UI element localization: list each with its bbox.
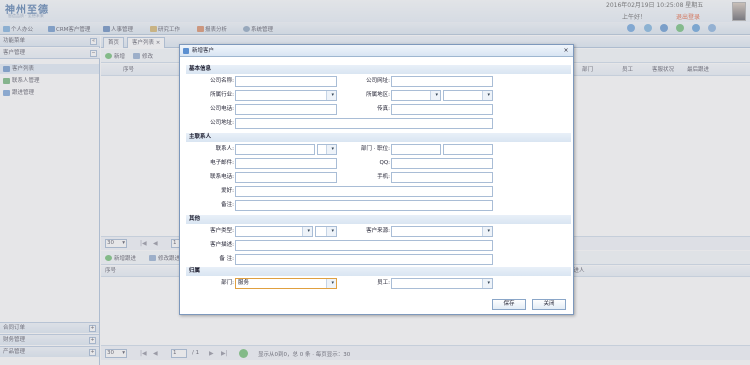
label-contact-phone: 联系电话: — [210, 174, 234, 180]
customer-source-select[interactable]: ▾ — [391, 226, 493, 237]
dialog-title-bar[interactable]: 新增客户 × — [180, 45, 573, 57]
label-qq: QQ: — [379, 160, 390, 166]
dept-select[interactable]: 服务 ▾ — [235, 278, 337, 289]
fax-input[interactable] — [391, 104, 493, 115]
close-button[interactable]: 关闭 — [532, 299, 566, 310]
save-button[interactable]: 保存 — [492, 299, 526, 310]
label-company-phone: 公司电话: — [210, 106, 234, 112]
company-site-input[interactable] — [391, 76, 493, 87]
contact-title-select[interactable]: ▾ — [317, 144, 337, 155]
customer-desc-input[interactable] — [235, 240, 493, 251]
label-customer-source: 客户来源: — [366, 228, 390, 234]
qq-input[interactable] — [391, 158, 493, 169]
contact-dept-input[interactable] — [391, 144, 441, 155]
chevron-down-icon: ▾ — [487, 228, 490, 234]
staff-select[interactable]: ▾ — [391, 278, 493, 289]
chevron-down-icon: ▾ — [307, 228, 310, 234]
new-customer-dialog: 新增客户 × 基本信息 公司名称: 公司网址: 所属行业: ▾ 所属地区: ▾ … — [179, 44, 574, 315]
section-main-contact: 主联系人 — [186, 133, 571, 142]
chevron-down-icon: ▾ — [331, 228, 334, 234]
email-field[interactable] — [235, 158, 337, 169]
company-phone-input[interactable] — [235, 104, 337, 115]
window-icon — [183, 48, 189, 54]
label-dept-title: 部门 · 职位: — [360, 146, 390, 152]
customer-level-select[interactable]: ▾ — [315, 226, 337, 237]
contact-notes-input[interactable] — [235, 200, 493, 211]
industry-select[interactable]: ▾ — [235, 90, 337, 101]
chevron-down-icon: ▾ — [487, 280, 490, 286]
label-dept: 部门: — [221, 280, 234, 286]
hobby-input[interactable] — [235, 186, 493, 197]
region-city-select[interactable]: ▾ — [443, 90, 493, 101]
label-notes: 备注: — [221, 202, 234, 208]
contact-position-input[interactable] — [443, 144, 493, 155]
close-icon[interactable]: × — [562, 47, 570, 55]
company-address-input[interactable] — [235, 118, 493, 129]
remark-input[interactable] — [235, 254, 493, 265]
chevron-down-icon: ▾ — [331, 92, 334, 98]
chevron-down-icon: ▾ — [435, 92, 438, 98]
section-ownership: 归属 — [186, 267, 571, 276]
chevron-down-icon: ▾ — [331, 280, 334, 286]
label-customer-type: 客户类型: — [210, 228, 234, 234]
label-remark: 备 注: — [219, 256, 234, 262]
label-contact: 联系人: — [215, 146, 234, 152]
chevron-down-icon: ▾ — [331, 146, 334, 152]
region-province-select[interactable]: ▾ — [391, 90, 441, 101]
label-customer-desc: 客户描述: — [210, 242, 234, 248]
label-fax: 传真: — [377, 106, 390, 112]
contact-name-input[interactable] — [235, 144, 315, 155]
customer-type-select[interactable]: ▾ — [235, 226, 313, 237]
contact-phone-input[interactable] — [235, 172, 337, 183]
section-other: 其他 — [186, 215, 571, 224]
label-hobby: 爱好: — [221, 188, 234, 194]
label-email: 电子邮件: — [210, 160, 234, 166]
dialog-title: 新增客户 — [192, 48, 215, 54]
company-name-input[interactable] — [235, 76, 337, 87]
label-company-address: 公司地址: — [210, 120, 234, 126]
label-region: 所属地区: — [366, 92, 390, 98]
label-company-site: 公司网址: — [366, 78, 390, 84]
label-company-name: 公司名称: — [210, 78, 234, 84]
section-basic-info: 基本信息 — [186, 65, 571, 74]
label-industry: 所属行业: — [210, 92, 234, 98]
label-staff: 员工: — [377, 280, 390, 286]
chevron-down-icon: ▾ — [487, 92, 490, 98]
mobile-input[interactable] — [391, 172, 493, 183]
label-mobile: 手机: — [377, 174, 390, 180]
